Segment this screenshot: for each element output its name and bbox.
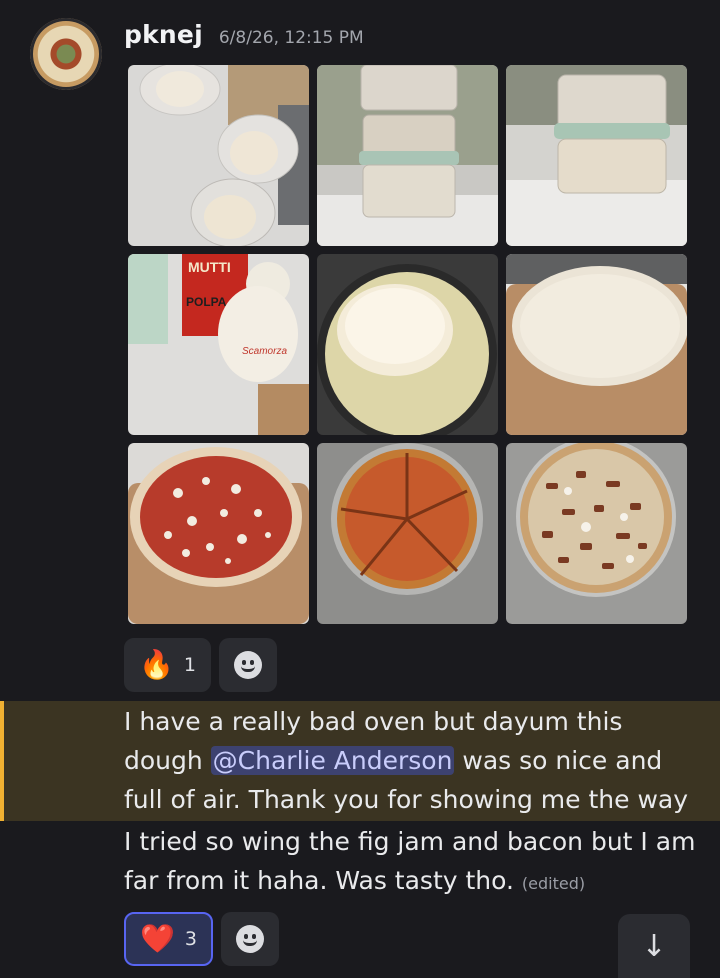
can-brand-text: MUTTI [188,259,231,275]
add-reaction-button[interactable] [220,912,279,966]
fire-emoji-icon: 🔥 [139,648,174,681]
user-mention[interactable]: @Charlie Anderson [210,746,455,775]
reaction-count: 1 [183,654,196,676]
add-reaction-button[interactable] [218,638,277,692]
attachment-image-two-containers[interactable] [506,65,687,246]
jump-to-present-button[interactable]: ↓ [618,914,690,978]
reaction-fire[interactable]: 🔥 1 [124,638,211,692]
reaction-count: 3 [184,928,197,950]
username[interactable]: pknej [124,20,203,49]
message-header: pknej 6/8/26, 12:15 PM [124,20,364,49]
can-label-text: POLPA [186,295,227,309]
message-text-body: I tried so wing the fig jam and bacon bu… [124,827,696,895]
message-text-mention: I have a really bad oven but dayum this … [124,702,704,819]
user-avatar[interactable] [30,18,102,90]
attachment-image-unbaked-pizza[interactable] [128,443,309,624]
image-attachment-grid: MUTTI POLPA Scamorza [128,65,688,625]
arrow-down-icon: ↓ [641,928,667,964]
smiley-icon [233,651,262,679]
attachment-image-stretched-dough[interactable] [506,254,687,435]
attachment-image-dough-in-pan[interactable] [317,254,498,435]
attachment-image-bacon-pizza[interactable] [506,443,687,624]
attachment-image-ingredients[interactable]: MUTTI POLPA Scamorza [128,254,309,435]
heart-emoji-icon: ❤️ [140,922,175,955]
attachment-image-stacked-containers[interactable] [317,65,498,246]
message-text: I tried so wing the fig jam and bacon bu… [124,822,704,903]
edited-label: (edited) [521,874,586,893]
smiley-icon [235,925,264,953]
cheese-label-text: Scamorza [242,346,287,357]
reaction-heart[interactable]: ❤️ 3 [124,912,213,966]
reaction-bar-text: ❤️ 3 [124,912,279,966]
attachment-image-sliced-pizza[interactable] [317,443,498,624]
attachment-image-dough-balls[interactable] [128,65,309,246]
reaction-bar-images: 🔥 1 [124,638,277,692]
message-timestamp: 6/8/26, 12:15 PM [218,28,364,48]
